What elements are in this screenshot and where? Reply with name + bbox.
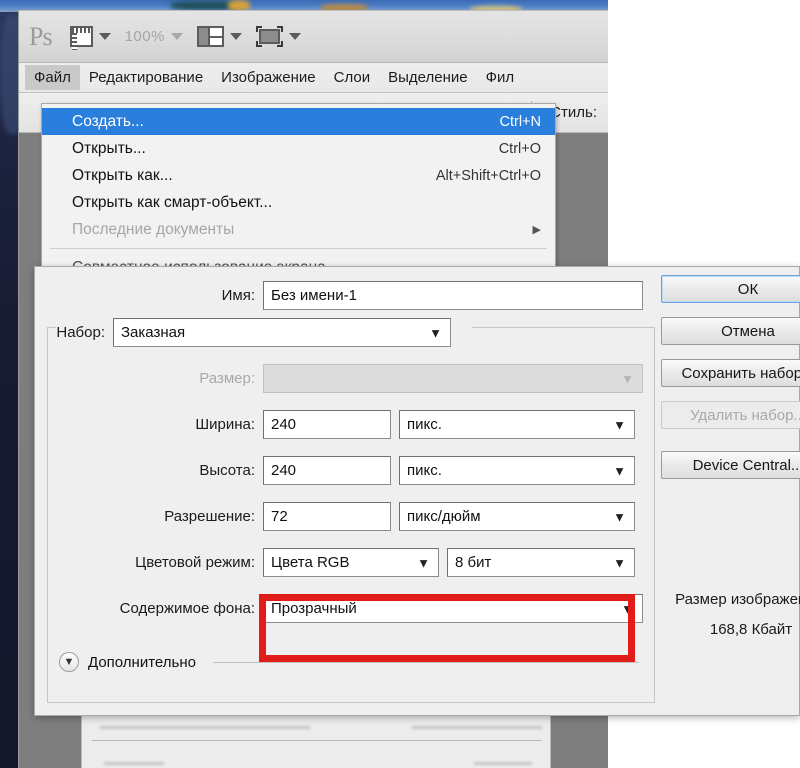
chevron-down-icon: ▼ — [621, 601, 634, 616]
name-row: Имя: Без имени-1 — [47, 281, 655, 310]
chevron-down-icon: ▼ — [613, 509, 626, 524]
menu-item-label: Открыть как... — [72, 166, 173, 184]
resolution-row: Разрешение: 72 пикс/дюйм ▼ — [47, 502, 655, 531]
menu-item-label: Открыть... — [72, 139, 146, 157]
cancel-button[interactable]: Отмена — [661, 317, 800, 345]
background-contents-label: Содержимое фона: — [119, 600, 255, 617]
menu-edit[interactable]: Редактирование — [80, 65, 212, 90]
advanced-disclosure-row[interactable]: ▼ Дополнительно — [59, 652, 639, 672]
divider — [212, 661, 639, 663]
menu-item-open-as-smart-object[interactable]: Открыть как смарт-объект... — [42, 189, 555, 216]
height-unit-combo[interactable]: пикс. ▼ — [399, 456, 635, 485]
bit-depth-value: 8 бит — [455, 554, 492, 571]
preset-label: Набор: — [56, 324, 105, 341]
menu-layers[interactable]: Слои — [325, 65, 379, 90]
background-menu-ghost — [81, 711, 551, 768]
device-central-button[interactable]: Device Central... — [661, 451, 800, 479]
menu-item-label: Открыть как смарт-объект... — [72, 193, 273, 211]
screen-mode-control[interactable] — [69, 26, 111, 50]
menu-item-open[interactable]: Открыть... Ctrl+O — [42, 135, 555, 162]
save-preset-button[interactable]: Сохранить набор... — [661, 359, 800, 387]
width-row: Ширина: 240 пикс. ▼ — [47, 410, 655, 439]
image-size-caption: Размер изображения: — [675, 591, 800, 608]
preset-combo[interactable]: Заказная ▼ — [113, 318, 451, 347]
name-label: Имя: — [221, 287, 255, 304]
chevron-down-icon: ▼ — [621, 371, 634, 386]
chevron-down-icon — [170, 33, 183, 40]
chevron-down-icon — [229, 33, 242, 40]
bit-depth-combo[interactable]: 8 бит ▼ — [447, 548, 635, 577]
delete-preset-button[interactable]: Удалить набор... — [661, 401, 800, 429]
advanced-label: Дополнительно — [88, 653, 196, 671]
screen-mode-toggle-control[interactable] — [255, 26, 301, 47]
resolution-input[interactable]: 72 — [263, 502, 391, 531]
menu-separator — [50, 248, 547, 249]
menu-image[interactable]: Изображение — [212, 65, 325, 90]
size-row: Размер: ▼ — [47, 364, 655, 393]
chevron-down-icon — [98, 33, 111, 40]
screen-mode-icon — [69, 26, 93, 50]
ok-button[interactable]: ОК — [661, 275, 800, 303]
menu-item-label: Создать... — [72, 112, 144, 130]
new-document-dialog: Имя: Без имени-1 Набор: Заказная ▼ Разме… — [34, 266, 800, 716]
zoom-level-label: 100% — [124, 28, 165, 45]
preset-value: Заказная — [121, 324, 186, 341]
image-size-info: Размер изображения: 168,8 Кбайт — [661, 585, 800, 645]
arrange-documents-icon — [196, 26, 224, 47]
size-combo[interactable]: ▼ — [263, 364, 643, 393]
document-name-input[interactable]: Без имени-1 — [263, 281, 643, 310]
chevron-down-icon: ▼ — [417, 555, 430, 570]
chevron-down-icon: ▼ — [613, 555, 626, 570]
color-mode-value: Цвета RGB — [271, 554, 350, 571]
menu-item-shortcut: Ctrl+N — [499, 113, 542, 130]
resolution-unit-value: пикс/дюйм — [407, 508, 481, 525]
width-label: Ширина: — [195, 416, 255, 433]
menu-selection[interactable]: Выделение — [379, 65, 476, 90]
chevron-down-icon[interactable]: ▼ — [59, 652, 79, 672]
file-dropdown-menu: Создать... Ctrl+N Открыть... Ctrl+O Откр… — [41, 103, 556, 284]
image-size-value: 168,8 Кбайт — [709, 621, 793, 638]
background-contents-row: Содержимое фона: Прозрачный ▼ — [47, 594, 655, 623]
height-row: Высота: 240 пикс. ▼ — [47, 456, 655, 485]
chevron-down-icon — [288, 33, 301, 40]
menu-item-label: Последние документы — [72, 220, 235, 238]
zoom-control[interactable]: 100% — [125, 28, 183, 45]
background-contents-combo[interactable]: Прозрачный ▼ — [263, 594, 643, 623]
style-label: Стиль: — [550, 104, 597, 121]
height-unit-value: пикс. — [407, 462, 442, 479]
arrange-documents-control[interactable] — [196, 26, 242, 47]
size-label: Размер: — [199, 370, 255, 387]
menu-item-shortcut: Alt+Shift+Ctrl+O — [435, 167, 541, 184]
color-mode-label: Цветовой режим: — [135, 554, 255, 571]
menu-item-new[interactable]: Создать... Ctrl+N — [42, 108, 555, 135]
height-input[interactable]: 240 — [263, 456, 391, 485]
photoshop-logo: Ps — [29, 21, 53, 51]
menu-item-open-as[interactable]: Открыть как... Alt+Shift+Ctrl+O — [42, 162, 555, 189]
menu-bar: Файл Редактирование Изображение Слои Выд… — [19, 63, 608, 93]
chevron-down-icon: ▼ — [613, 463, 626, 478]
height-label: Высота: — [199, 462, 255, 479]
dialog-button-column: ОК Отмена Сохранить набор... Удалить наб… — [661, 275, 800, 493]
color-mode-row: Цветовой режим: Цвета RGB ▼ 8 бит ▼ — [47, 548, 655, 577]
preset-row: Набор: Заказная ▼ — [47, 318, 655, 347]
width-unit-combo[interactable]: пикс. ▼ — [399, 410, 635, 439]
chevron-down-icon: ▼ — [613, 417, 626, 432]
menu-file[interactable]: Файл — [25, 65, 80, 90]
width-unit-value: пикс. — [407, 416, 442, 433]
chevron-down-icon: ▼ — [429, 325, 442, 340]
menu-filter[interactable]: Фил — [477, 65, 524, 90]
color-mode-combo[interactable]: Цвета RGB ▼ — [263, 548, 439, 577]
screen-mode-toggle-icon — [255, 26, 283, 47]
background-contents-value: Прозрачный — [271, 600, 357, 617]
application-toolbar: Ps 100% — [19, 11, 608, 63]
resolution-label: Разрешение: — [164, 508, 255, 525]
width-input[interactable]: 240 — [263, 410, 391, 439]
chevron-right-icon: ▶ — [532, 224, 541, 236]
menu-item-recent-documents[interactable]: Последние документы ▶ — [42, 216, 555, 243]
menu-item-shortcut: Ctrl+O — [498, 140, 541, 157]
resolution-unit-combo[interactable]: пикс/дюйм ▼ — [399, 502, 635, 531]
